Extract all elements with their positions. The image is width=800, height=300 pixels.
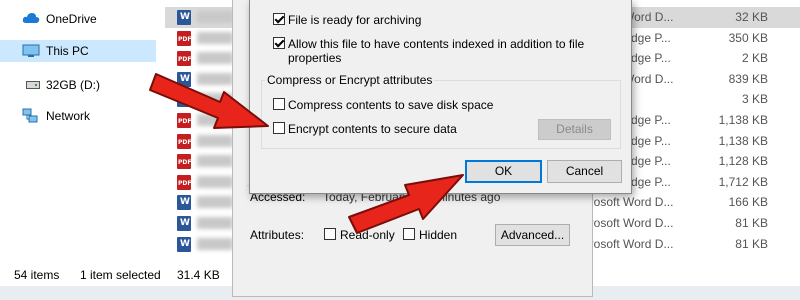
compress-label: Compress contents to save disk space [288,98,494,112]
annotation-arrow-encrypt [149,73,269,129]
compress-encrypt-group-title: Compress or Encrypt attributes [265,73,435,87]
word-file-icon [177,195,191,211]
word-file-icon [177,216,191,231]
file-size: 81 KB [735,236,768,251]
this-pc-icon [22,44,40,57]
file-name-blurred [197,237,233,250]
file-name-blurred [197,217,233,229]
file-name-blurred [197,175,233,188]
index-label: Allow this file to have contents indexed… [288,37,585,65]
index-checkbox[interactable] [273,37,285,49]
nav-item-label: 32GB (D:) [46,78,101,92]
file-size: 81 KB [735,216,768,230]
file-name-blurred [197,155,233,168]
onedrive-icon [22,13,40,23]
annotation-arrow-ok [348,174,464,234]
nav-item-label: OneDrive [46,12,97,26]
file-size: 32 KB [735,10,768,24]
file-size: 839 KB [728,71,768,86]
archive-checkbox[interactable] [273,13,285,25]
attributes-label: Attributes: [250,228,305,242]
pdf-file-icon [177,154,191,170]
file-size: 3 KB [741,92,768,107]
nav-item-label: This PC [46,44,89,58]
network-icon [22,108,38,123]
file-name-blurred [197,11,233,23]
file-name-blurred [197,196,233,209]
nav-item-drive-d[interactable]: 32GB (D:) [0,74,156,96]
nav-item-network[interactable]: Network [0,105,156,127]
file-size: 166 KB [728,195,768,210]
selection-size: 31.4 KB [177,268,220,282]
word-file-icon [177,10,191,25]
drive-icon [26,81,40,89]
pdf-file-icon [177,30,191,46]
selection-status: 1 item selected [80,268,161,282]
file-size: 1,138 KB [718,133,768,148]
cancel-button[interactable]: Cancel [547,160,622,183]
nav-item-label: Network [46,109,91,123]
details-button[interactable]: Details [538,119,611,140]
file-size: 350 KB [728,30,768,45]
nav-item-this-pc[interactable]: This PC [0,40,156,62]
file-size: 1,712 KB [718,174,768,189]
file-size: 2 KB [741,51,768,66]
file-size: 1,138 KB [718,113,768,127]
advanced-button[interactable]: Advanced... [495,224,570,246]
encrypt-label: Encrypt contents to secure data [288,122,457,136]
ok-button[interactable]: OK [465,160,542,183]
nav-item-onedrive[interactable]: OneDrive [0,8,156,30]
word-file-icon [177,236,191,252]
file-size: 1,128 KB [718,154,768,169]
pdf-file-icon [177,174,191,190]
archive-label: File is ready for archiving [288,13,422,27]
item-count: 54 items [14,268,60,282]
file-name-blurred [197,31,233,44]
